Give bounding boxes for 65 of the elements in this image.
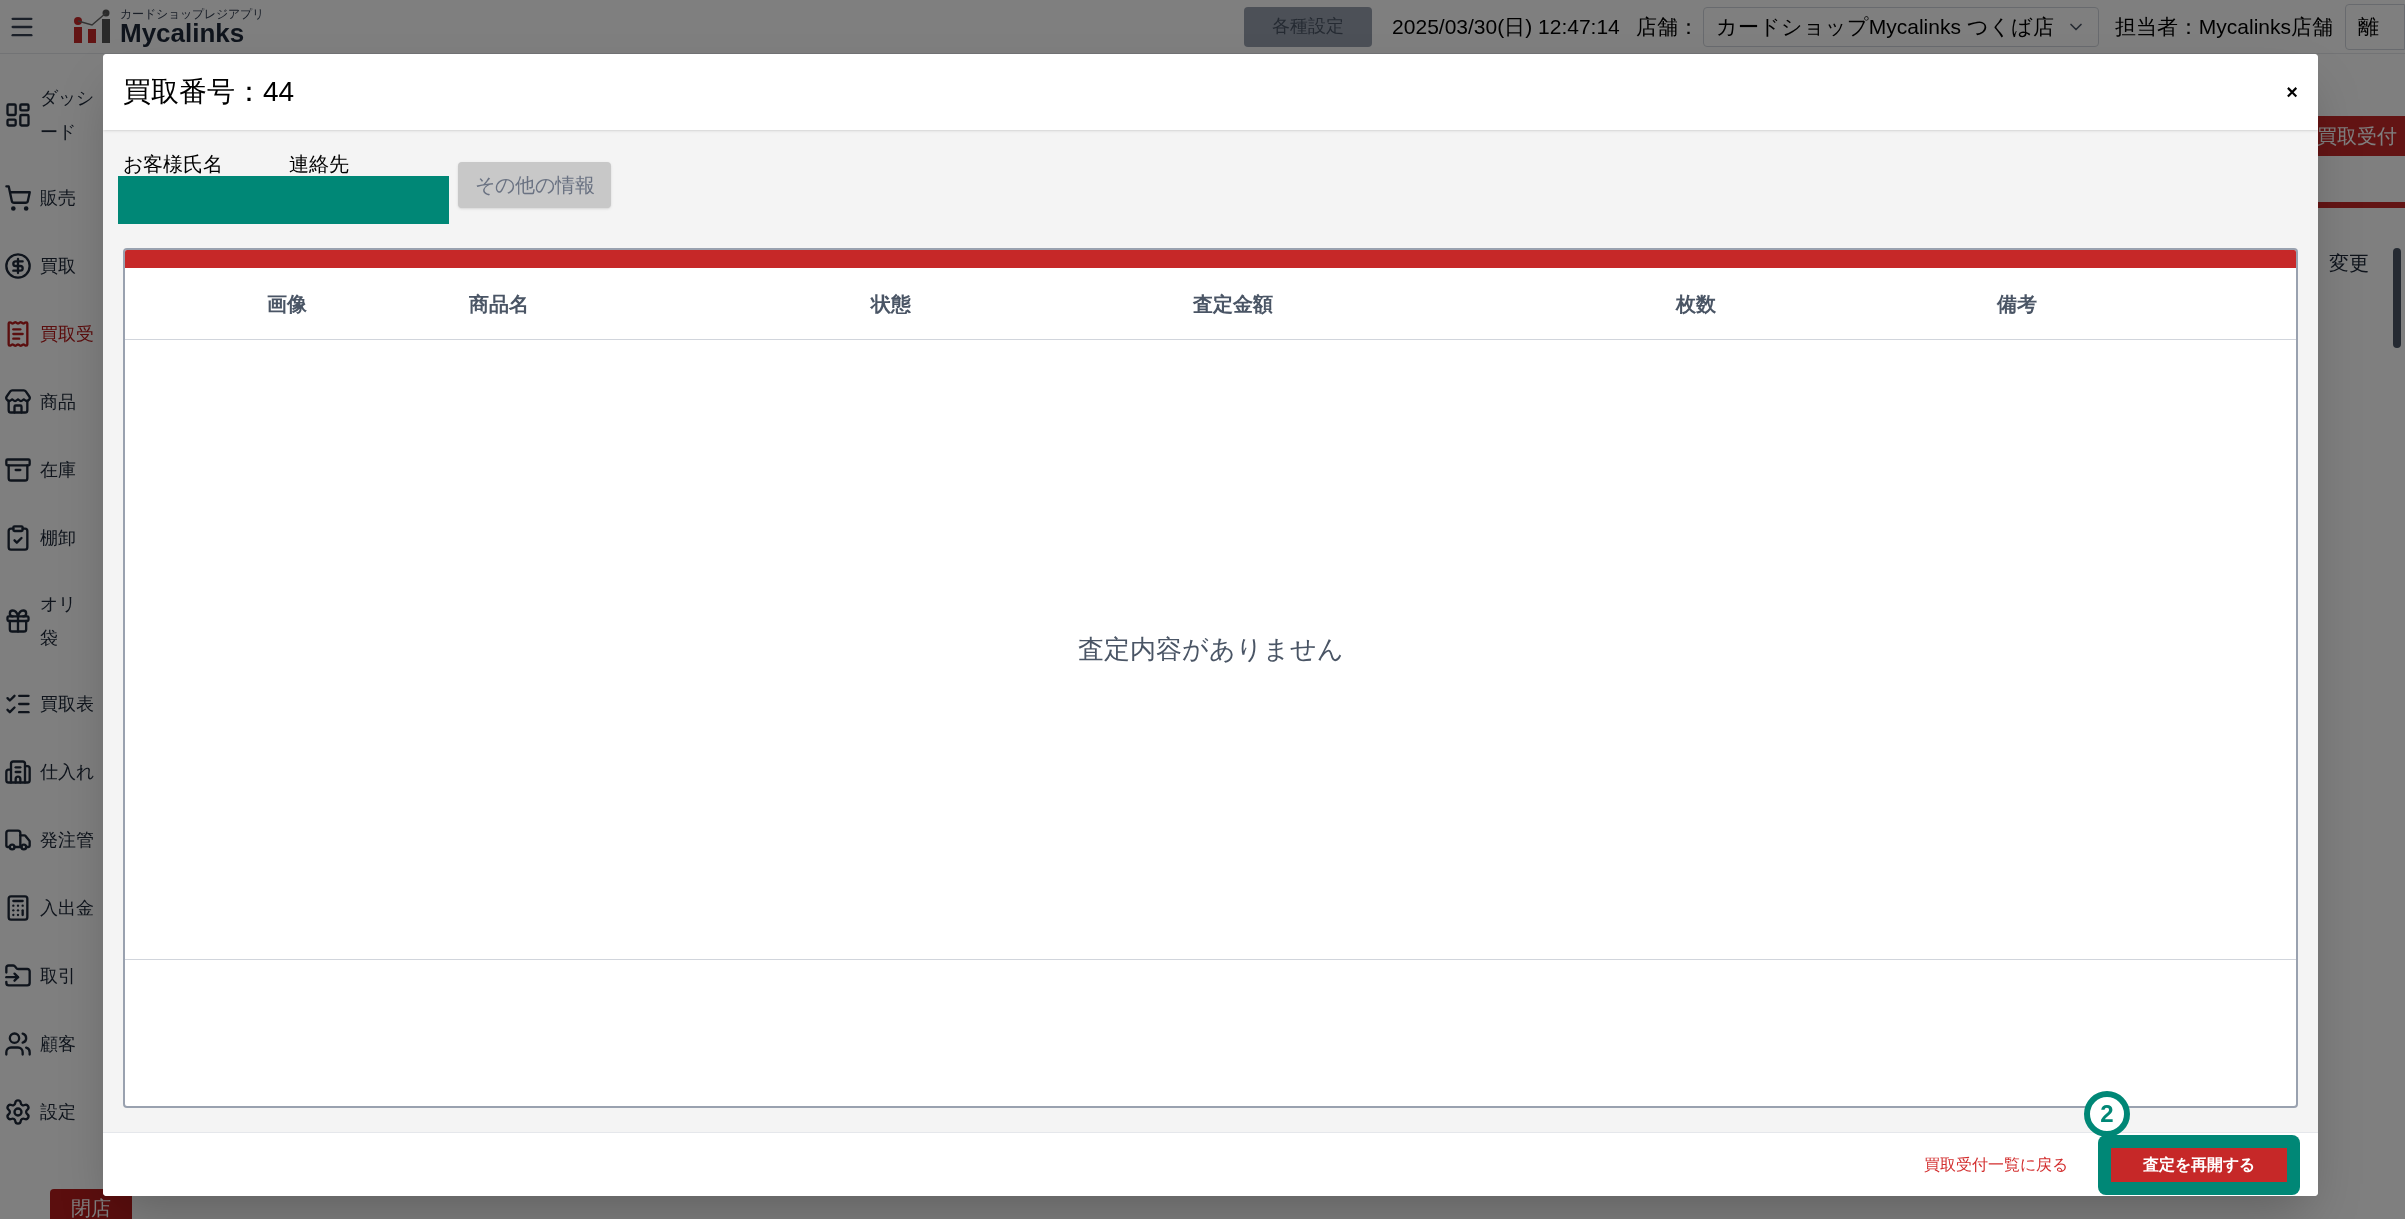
sidebar-item[interactable]: 取引 — [0, 942, 200, 1010]
folder-icon — [4, 962, 32, 990]
sidebar-item[interactable]: 在庫 — [0, 436, 200, 504]
logo-tagline: カードショップレジアプリ — [120, 7, 264, 20]
sidebar-label: 取引 — [40, 965, 76, 988]
building-icon — [4, 758, 32, 786]
dashboard-icon — [4, 101, 32, 129]
sidebar-label: ード — [40, 121, 77, 144]
change-text: 変更 — [2329, 251, 2369, 276]
sidebar-item[interactable]: 入出金 — [0, 874, 200, 942]
scrollbar[interactable] — [2393, 248, 2401, 348]
sidebar-label: 仕入れ — [40, 761, 94, 784]
cart-icon — [4, 184, 32, 212]
store-label: 店舗： — [1635, 13, 1699, 40]
sidebar-item[interactable]: 仕入れ — [0, 738, 200, 806]
sidebar-item[interactable]: 棚卸 — [0, 504, 200, 572]
other-info-button[interactable]: その他の情報 — [458, 162, 611, 208]
column-header: 商品名 — [468, 291, 530, 317]
customer-name-label: お客様氏名 — [123, 152, 223, 176]
column-header: 査定金額 — [1192, 291, 1274, 317]
sidebar-label: 入出金 — [40, 897, 94, 920]
sidebar-item[interactable]: オリ 袋 — [0, 572, 200, 670]
column-header: 備考 — [1996, 291, 2038, 317]
sidebar-label: オリ — [40, 593, 76, 616]
datetime-text: 2025/03/30(日) 12:47:14 — [1392, 13, 1620, 40]
sidebar-label: 買取受 — [40, 323, 94, 346]
sidebar-item[interactable]: 顧客 — [0, 1010, 200, 1078]
logo-text: Mycalinks — [120, 19, 245, 46]
sidebar-label: 棚卸 — [40, 527, 76, 550]
gift-icon — [4, 607, 32, 635]
sidebar-label: 設定 — [40, 1101, 76, 1124]
sidebar-label: 商品 — [40, 391, 76, 414]
settings-icon — [4, 1098, 32, 1126]
sidebar-label: 在庫 — [40, 459, 76, 482]
sidebar-item[interactable]: 買取表 — [0, 670, 200, 738]
store-icon — [4, 388, 32, 416]
store-select[interactable]: カードショップMycalinks つくば店 — [1702, 6, 2099, 47]
users-icon — [4, 1030, 32, 1058]
column-header: 枚数 — [1674, 291, 1717, 317]
sidebar-item[interactable]: 買取 — [0, 232, 200, 300]
sidebar-label: 顧客 — [40, 1033, 76, 1056]
sidebar-item[interactable]: 商品 — [0, 368, 200, 436]
column-header: 画像 — [266, 291, 308, 317]
empty-message: 査定内容がありません — [1077, 633, 1344, 666]
archive-icon — [4, 456, 32, 484]
sidebar-label: 販売 — [40, 187, 76, 210]
dollar-icon — [4, 252, 32, 280]
sidebar-item[interactable]: 買取受 — [0, 300, 200, 368]
sidebar-label: 袋 — [40, 627, 59, 650]
close-button[interactable]: × — [2286, 77, 2298, 107]
contact-label: 連絡先 — [289, 152, 349, 176]
close-store-button[interactable]: 閉店 — [50, 1189, 132, 1219]
column-header: 状態 — [869, 291, 912, 317]
staff-text: 担当者：Mycalinks店舗 — [2114, 13, 2333, 40]
sidebar-item[interactable]: 発注管 — [0, 806, 200, 874]
sidebar-label: 買取 — [40, 255, 76, 278]
resume-assessment-button[interactable]: 査定を再開する — [2111, 1147, 2287, 1182]
sidebar-label: 買取表 — [40, 693, 94, 716]
modal-title: 買取番号：44 — [123, 75, 295, 109]
sidebar-label: ダッシ — [40, 87, 94, 110]
sidebar-item[interactable]: 設定 — [0, 1078, 200, 1146]
receipt-icon — [4, 320, 32, 348]
back-link[interactable]: 買取受付一覧に戻る — [1924, 1152, 2068, 1177]
sidebar-label: 発注管 — [40, 829, 94, 852]
away-button[interactable]: 離 — [2345, 3, 2405, 50]
